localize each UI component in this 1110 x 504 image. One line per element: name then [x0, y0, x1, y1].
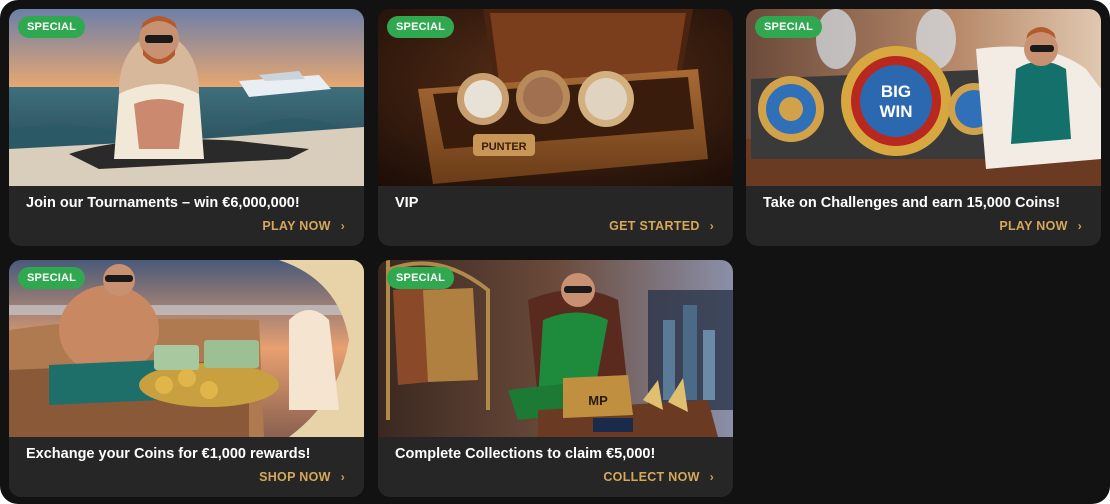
play-now-button[interactable]: PLAY NOW ›	[999, 219, 1082, 233]
special-badge: SPECIAL	[18, 267, 86, 289]
chevron-right-icon: ›	[340, 470, 345, 484]
cta-label: SHOP NOW	[259, 470, 331, 484]
promo-title: VIP	[395, 195, 419, 211]
promo-card-exchange[interactable]: SPECIAL Exchange your Coins for €1,000 r…	[9, 260, 364, 497]
promo-title: Join our Tournaments – win €6,000,000!	[26, 195, 300, 211]
chevron-right-icon: ›	[709, 219, 714, 233]
promo-card-challenges[interactable]: BIG WIN SPECIAL Take on Challenges and e…	[746, 9, 1101, 246]
collect-now-button[interactable]: COLLECT NOW ›	[603, 470, 714, 484]
promotions-grid: SPECIAL Join our Tournaments – win €6,00…	[0, 0, 1110, 504]
shop-now-button[interactable]: SHOP NOW ›	[259, 470, 345, 484]
cta-label: PLAY NOW	[262, 219, 331, 233]
svg-text:PUNTER: PUNTER	[481, 141, 526, 153]
play-now-button[interactable]: PLAY NOW ›	[262, 219, 345, 233]
promo-card-tournaments[interactable]: SPECIAL Join our Tournaments – win €6,00…	[9, 9, 364, 246]
special-badge: SPECIAL	[387, 16, 455, 38]
promo-title: Exchange your Coins for €1,000 rewards!	[26, 446, 311, 462]
cta-label: GET STARTED	[609, 219, 700, 233]
promo-title: Complete Collections to claim €5,000!	[395, 446, 656, 462]
cta-label: COLLECT NOW	[603, 470, 700, 484]
chevron-right-icon: ›	[1077, 219, 1082, 233]
svg-text:WIN: WIN	[879, 102, 912, 121]
special-badge: SPECIAL	[755, 16, 823, 38]
promo-card-collections[interactable]: MP SPECIAL Complete Collections to claim…	[378, 260, 733, 497]
promo-title: Take on Challenges and earn 15,000 Coins…	[763, 195, 1061, 211]
special-badge: SPECIAL	[387, 267, 455, 289]
chevron-right-icon: ›	[709, 470, 714, 484]
special-badge: SPECIAL	[18, 16, 86, 38]
chevron-right-icon: ›	[340, 219, 345, 233]
get-started-button[interactable]: GET STARTED ›	[609, 219, 714, 233]
cta-label: PLAY NOW	[999, 219, 1068, 233]
promo-card-vip[interactable]: PUNTER SPECIAL VIP GET STARTED ›	[378, 9, 733, 246]
svg-text:BIG: BIG	[881, 82, 911, 101]
svg-text:MP: MP	[588, 393, 608, 408]
